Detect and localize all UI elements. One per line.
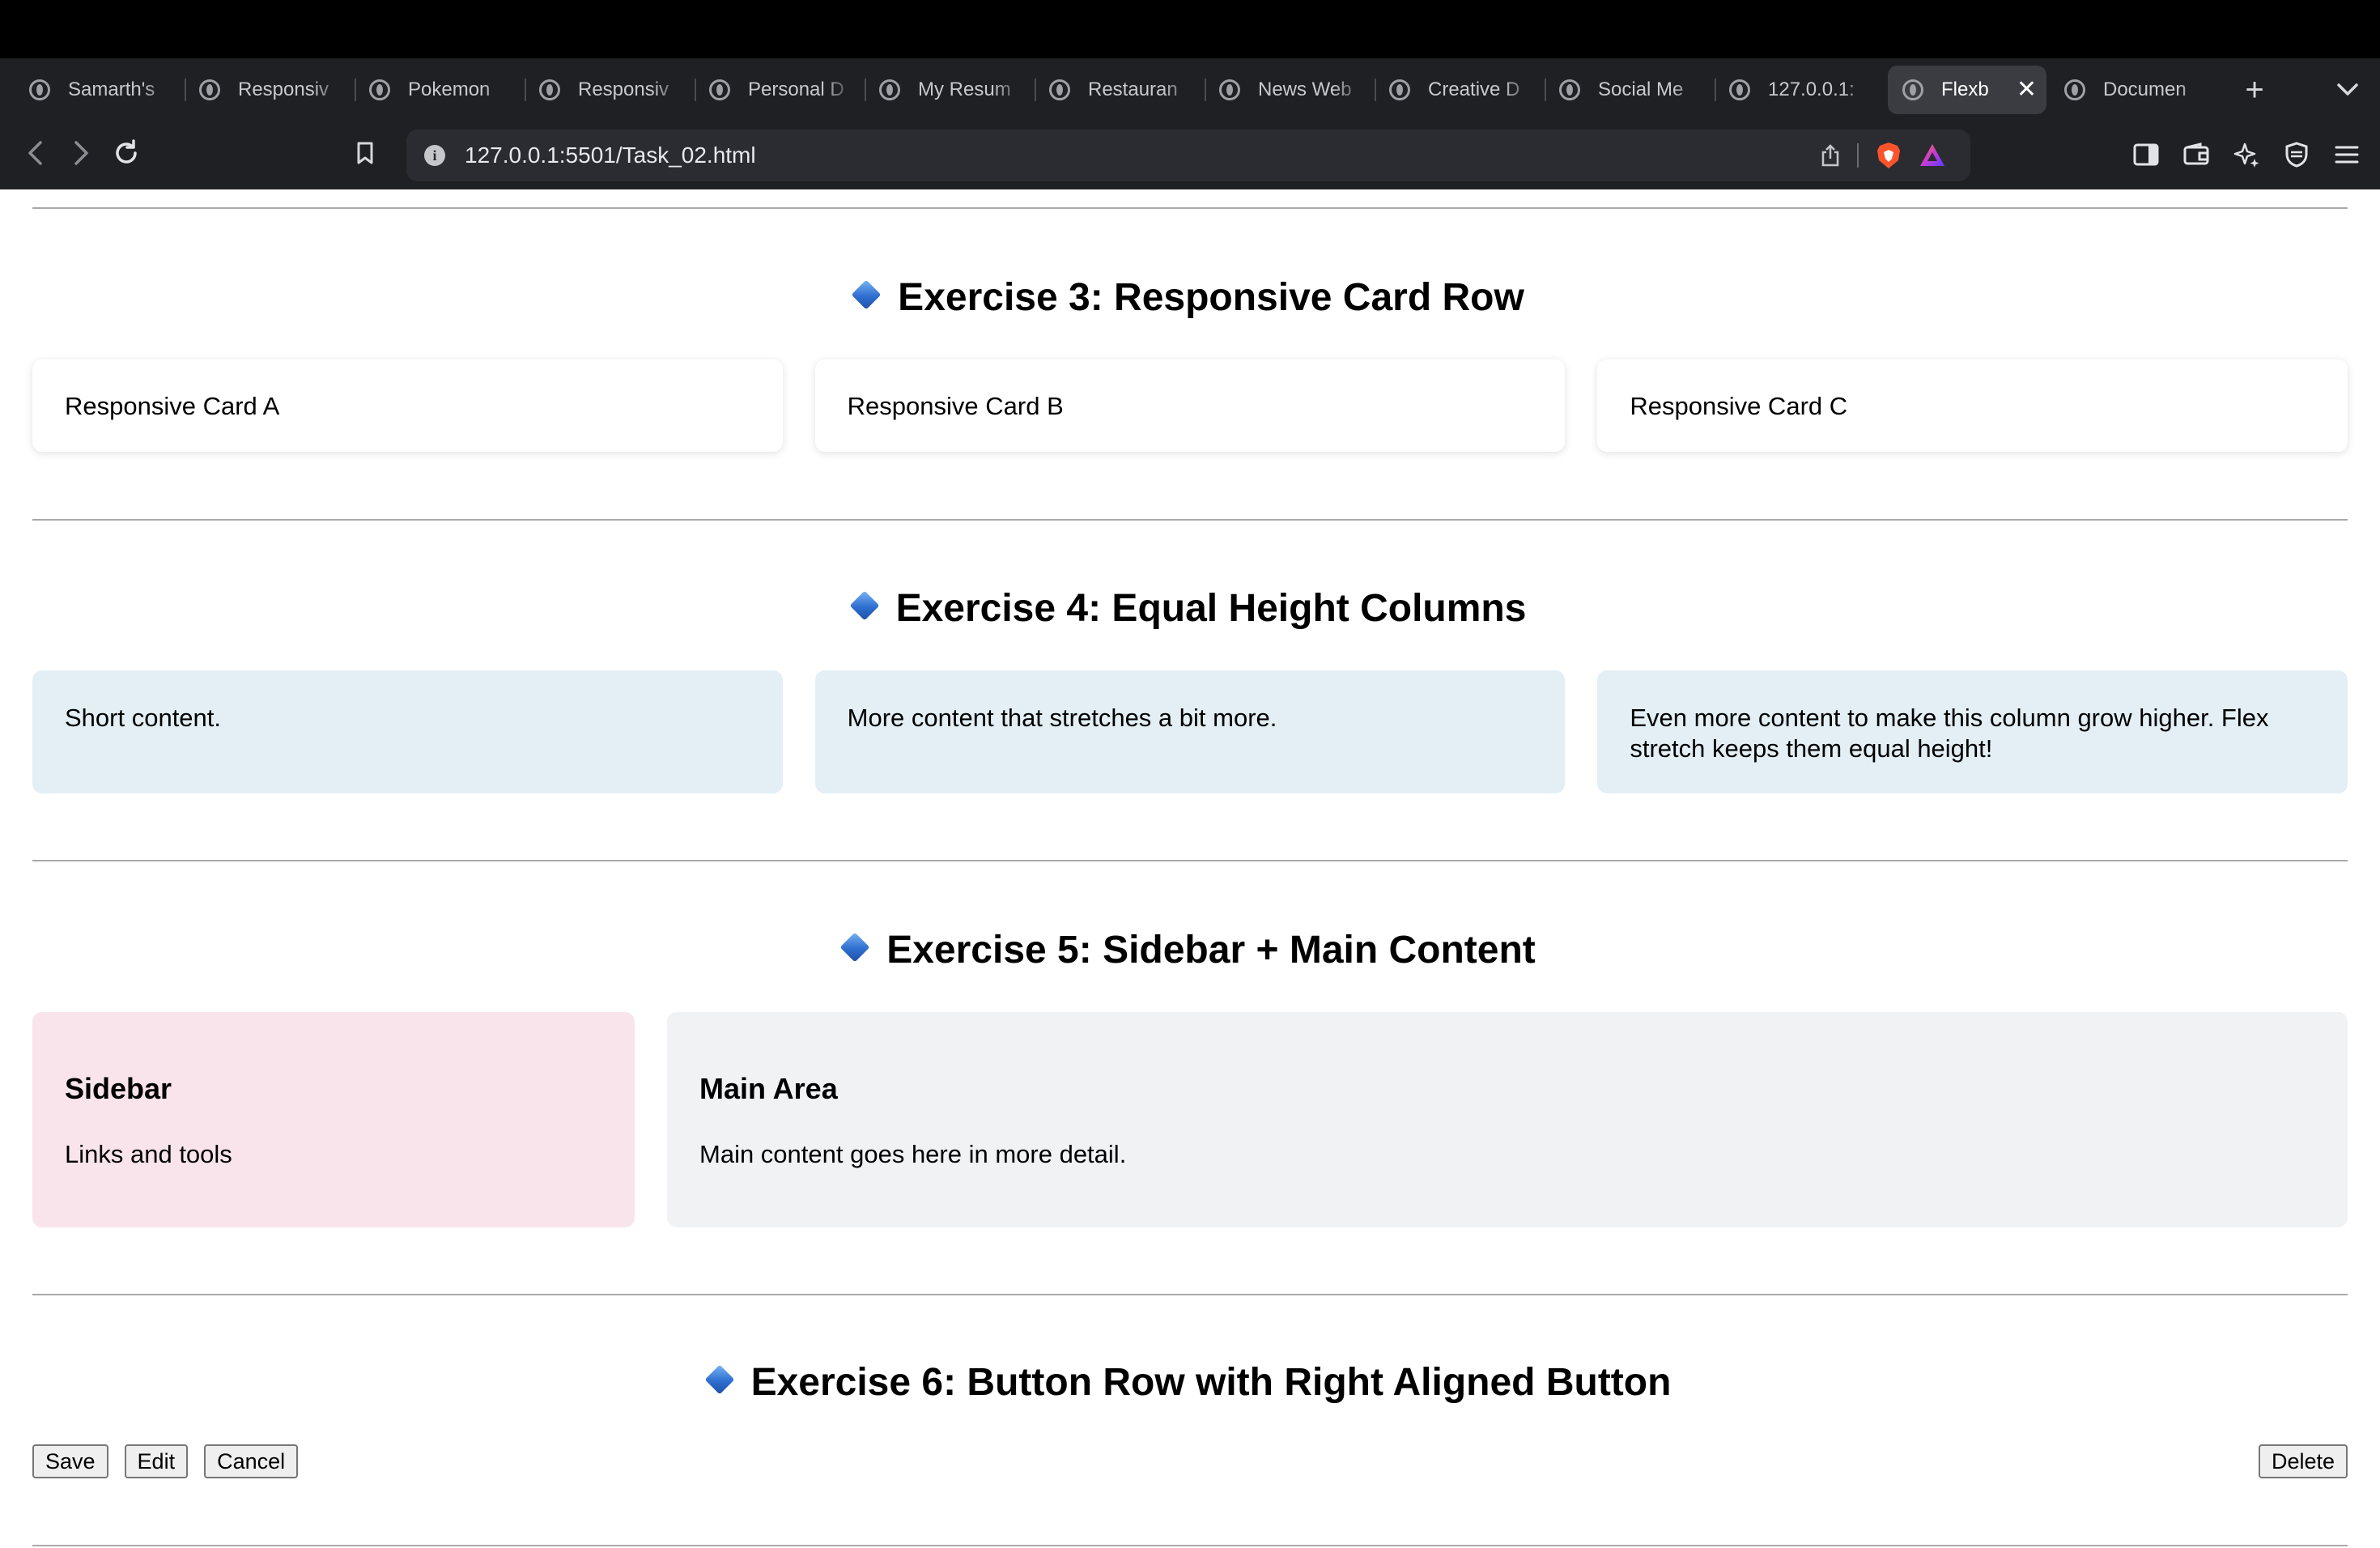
info-icon[interactable]: i xyxy=(424,145,445,166)
globe-icon xyxy=(2064,79,2085,100)
globe-icon xyxy=(369,79,390,100)
section-title-text: Exercise 6: Button Row with Right Aligne… xyxy=(750,1361,1672,1404)
browser-tab[interactable]: News Web xyxy=(1205,66,1375,114)
section-title: Exercise 6: Button Row with Right Aligne… xyxy=(0,1360,2380,1405)
tab-title: News Web xyxy=(1258,79,1352,100)
edit-button[interactable]: Edit xyxy=(124,1444,189,1478)
tab-title: My Resum xyxy=(918,79,1011,100)
globe-icon xyxy=(879,79,900,100)
delete-button[interactable]: Delete xyxy=(2258,1444,2348,1478)
browser-tab-active[interactable]: Flexb ✕ xyxy=(1888,66,2046,114)
reload-icon[interactable] xyxy=(104,138,149,173)
browser-tab[interactable]: Creative D xyxy=(1375,66,1545,114)
responsive-card: Responsive Card A xyxy=(32,359,783,452)
globe-icon xyxy=(709,79,730,100)
sparkle-icon[interactable] xyxy=(2233,141,2260,172)
plus-icon[interactable]: + xyxy=(2234,74,2275,106)
address-bar[interactable]: i 127.0.0.1:5501/Task_02.html xyxy=(406,130,1970,181)
tab-title: Social Me xyxy=(1598,79,1684,100)
globe-icon xyxy=(1902,79,1923,100)
page-content: Exercise 3: Responsive Card Row Responsi… xyxy=(0,189,2380,1548)
responsive-card: Responsive Card C xyxy=(1597,359,2348,452)
url-text[interactable]: 127.0.0.1:5501/Task_02.html xyxy=(465,142,756,168)
globe-icon xyxy=(1729,79,1750,100)
globe-icon xyxy=(29,79,50,100)
globe-icon xyxy=(1559,79,1580,100)
tab-title: Restauran xyxy=(1088,79,1178,100)
cancel-button[interactable]: Cancel xyxy=(204,1444,299,1478)
close-icon[interactable]: ✕ xyxy=(2017,78,2037,102)
chevron-down-icon[interactable] xyxy=(2336,76,2359,104)
equal-height-row: Short content. More content that stretch… xyxy=(32,670,2348,793)
tab-title: Responsiv xyxy=(238,79,329,100)
globe-icon xyxy=(539,79,560,100)
tab-title: Samarth's xyxy=(68,79,155,100)
share-icon[interactable] xyxy=(1820,143,1841,168)
browser-tab[interactable]: My Resum xyxy=(865,66,1035,114)
chevron-right-icon[interactable] xyxy=(58,139,104,172)
main-area-panel: Main Area Main content goes here in more… xyxy=(667,1012,2348,1227)
browser-tab[interactable]: 127.0.0.1: xyxy=(1715,66,1885,114)
section-title: Exercise 3: Responsive Card Row xyxy=(0,275,2380,320)
section-title-text: Exercise 3: Responsive Card Row xyxy=(898,276,1524,319)
card-row: Responsive Card A Responsive Card B Resp… xyxy=(32,359,2348,452)
triangle-icon[interactable] xyxy=(1919,142,1946,168)
globe-icon xyxy=(1389,79,1410,100)
shield-icon[interactable] xyxy=(2283,141,2310,172)
hamburger-icon[interactable] xyxy=(2333,141,2361,172)
button-row: Save Edit Cancel Delete xyxy=(32,1444,2348,1478)
tab-title: Creative D xyxy=(1428,79,1520,100)
tab-title: Pokemon xyxy=(408,79,491,100)
os-menu-bar xyxy=(0,0,2380,58)
globe-icon xyxy=(199,79,220,100)
browser-tab[interactable]: Responsiv xyxy=(185,66,355,114)
main-area-text: Main content goes here in more detail. xyxy=(699,1140,1127,1168)
browser-toolbar: i 127.0.0.1:5501/Task_02.html xyxy=(0,121,2380,189)
divider xyxy=(32,1294,2348,1295)
diamond-icon xyxy=(704,1364,734,1395)
browser-tab[interactable]: Samarth's xyxy=(15,66,185,114)
globe-icon xyxy=(1219,79,1240,100)
diamond-icon xyxy=(849,590,879,621)
sidebar-panel: Sidebar Links and tools xyxy=(32,1012,635,1227)
tab-bar: Samarth's Responsiv Pokemon Responsiv Pe… xyxy=(0,58,2380,121)
browser-tab[interactable]: Personal D xyxy=(695,66,865,114)
chevron-left-icon[interactable] xyxy=(13,139,58,172)
section-title-text: Exercise 5: Sidebar + Main Content xyxy=(886,929,1536,972)
responsive-card: Responsive Card B xyxy=(814,359,1566,452)
divider xyxy=(1857,143,1859,168)
bookmark-icon[interactable] xyxy=(356,141,374,165)
equal-height-column: Short content. xyxy=(32,670,783,793)
diamond-icon xyxy=(839,932,870,963)
browser-tab[interactable]: Social Me xyxy=(1545,66,1715,114)
main-area-title: Main Area xyxy=(699,1072,838,1105)
divider xyxy=(32,207,2348,209)
sidebar-title: Sidebar xyxy=(65,1072,172,1105)
browser-tab[interactable]: Documen xyxy=(2050,66,2220,114)
globe-icon xyxy=(1049,79,1070,100)
tab-title: Responsiv xyxy=(578,79,669,100)
tab-title: Flexb xyxy=(1941,79,1989,100)
section-title-text: Exercise 4: Equal Height Columns xyxy=(895,587,1527,630)
tab-title: Documen xyxy=(2103,79,2187,100)
diamond-icon xyxy=(851,279,882,310)
section-title: Exercise 4: Equal Height Columns xyxy=(0,586,2380,631)
browser-tab[interactable]: Responsiv xyxy=(525,66,695,114)
tab-title: 127.0.0.1: xyxy=(1768,79,1855,100)
equal-height-column: Even more content to make this column gr… xyxy=(1597,670,2348,793)
browser-tab[interactable]: Pokemon xyxy=(355,66,525,114)
divider xyxy=(32,860,2348,861)
divider xyxy=(32,519,2348,521)
sidebar-icon[interactable] xyxy=(2132,141,2160,172)
wallet-icon[interactable] xyxy=(2182,141,2210,172)
equal-height-column: More content that stretches a bit more. xyxy=(814,670,1566,793)
divider xyxy=(32,1545,2348,1546)
section-title: Exercise 5: Sidebar + Main Content xyxy=(0,928,2380,972)
sidebar-text: Links and tools xyxy=(65,1140,232,1168)
browser-tab[interactable]: Restauran xyxy=(1035,66,1205,114)
save-button[interactable]: Save xyxy=(32,1444,108,1478)
sidebar-layout: Sidebar Links and tools Main Area Main c… xyxy=(32,1012,2348,1227)
brave-shield-icon[interactable] xyxy=(1875,141,1902,170)
tab-title: Personal D xyxy=(748,79,844,100)
